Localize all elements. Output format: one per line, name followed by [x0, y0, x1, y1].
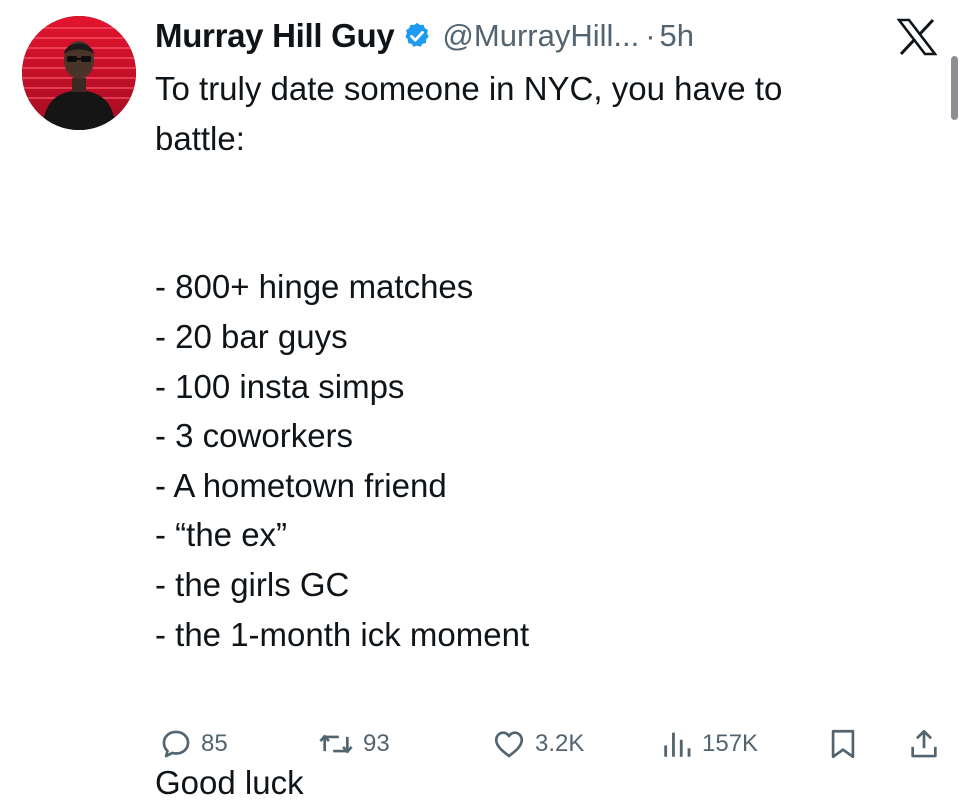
list-item: - the 1-month ick moment [155, 615, 530, 653]
bookmark-button[interactable] [827, 722, 859, 766]
scrollbar-thumb[interactable] [951, 56, 958, 120]
list-item: - the girls GC [155, 565, 350, 603]
header-separator: · [645, 18, 656, 53]
tweet-card: Murray Hill Guy @MurrayHill... · 5h To t… [0, 0, 968, 801]
like-count: 3.2K [535, 730, 585, 757]
reply-button[interactable]: 85 [159, 722, 228, 766]
views-icon [660, 727, 694, 761]
list-item: - 100 insta simps [155, 367, 405, 405]
avatar-photo-icon [22, 16, 136, 130]
reply-icon [159, 727, 193, 761]
views-button[interactable]: 157K [660, 722, 758, 766]
list-item: - “the ex” [155, 516, 288, 554]
repost-count: 93 [363, 730, 390, 757]
display-name[interactable]: Murray Hill Guy [155, 17, 395, 55]
reply-count: 85 [201, 730, 228, 757]
share-icon [907, 727, 941, 761]
action-bar: 85 93 3.2K 157K [155, 722, 945, 766]
x-logo-icon [896, 18, 938, 56]
author-handle[interactable]: @MurrayHill... [442, 18, 639, 54]
list-item: - 800+ hinge matches [155, 268, 474, 306]
list-item: - 3 coworkers [155, 417, 354, 455]
repost-icon [317, 727, 355, 761]
like-icon [491, 727, 527, 761]
list-item: - A hometown friend [155, 466, 447, 504]
avatar[interactable] [22, 16, 136, 130]
bookmark-icon [827, 727, 859, 761]
views-count: 157K [702, 730, 759, 757]
text-line: battle: [155, 119, 245, 157]
timestamp[interactable]: 5h [660, 18, 694, 54]
tweet-header: Murray Hill Guy @MurrayHill... · 5h [155, 12, 694, 60]
verified-badge-icon [402, 21, 432, 51]
repost-button[interactable]: 93 [317, 722, 390, 766]
like-button[interactable]: 3.2K [491, 722, 584, 766]
list-item: - 20 bar guys [155, 317, 348, 355]
share-button[interactable] [907, 722, 941, 766]
text-line: To truly date someone in NYC, you have t… [155, 70, 783, 107]
tweet-text: To truly date someone in NYC, you have t… [155, 64, 915, 808]
